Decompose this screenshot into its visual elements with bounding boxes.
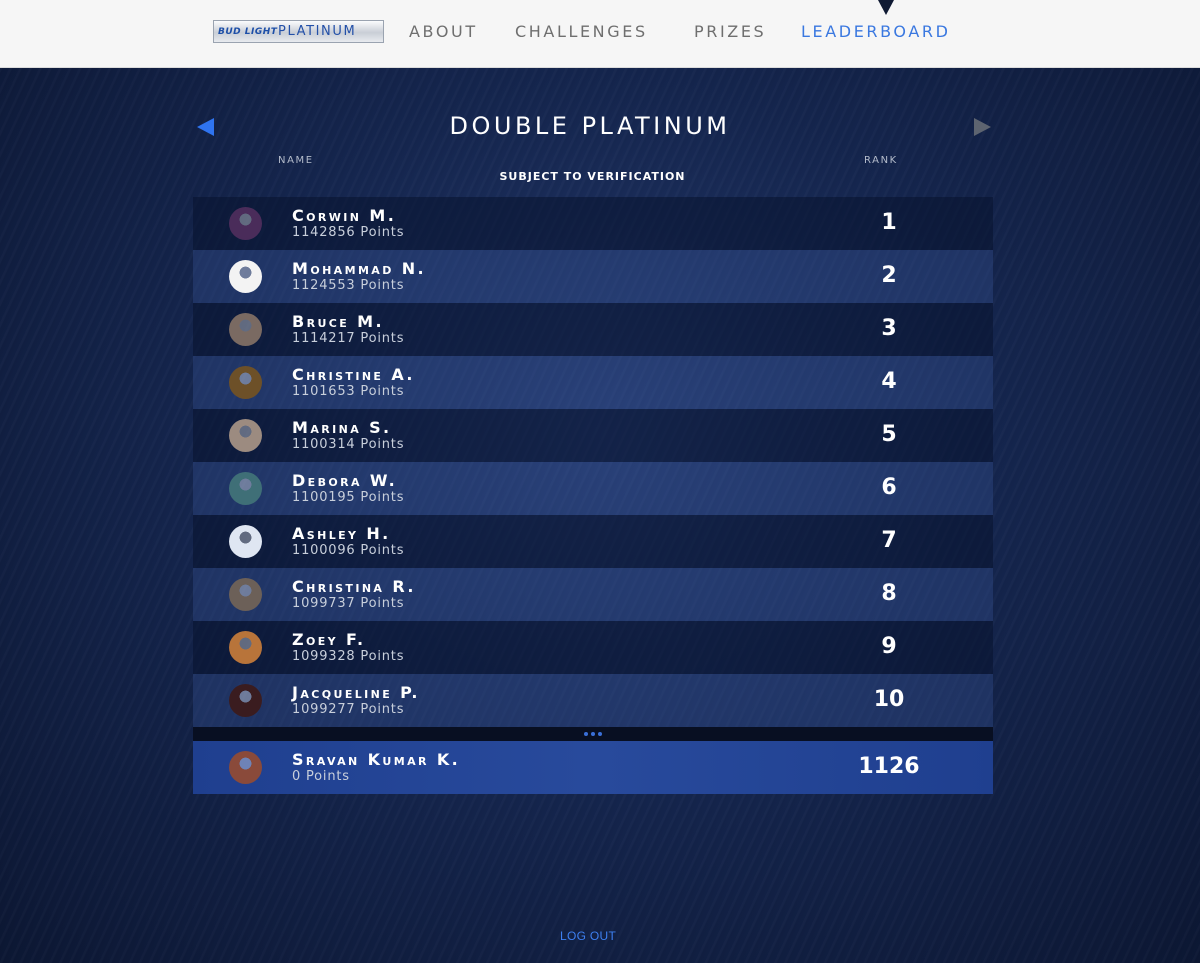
player-rank: 6 (881, 475, 897, 500)
leaderboard-title: DOUBLE PLATINUM (449, 112, 731, 140)
player-points: 1099277 Points (292, 702, 405, 717)
leaderboard-row: Christina R. 1099737 Points 8 (193, 568, 993, 621)
player-name: Bruce M. (292, 312, 384, 331)
player-rank: 7 (881, 528, 897, 553)
player-name: Marina S. (292, 418, 392, 437)
player-points: 1142856 Points (292, 225, 405, 240)
player-points: 1100195 Points (292, 490, 405, 505)
player-points: 1100314 Points (292, 437, 405, 452)
player-name: Mohammad N. (292, 259, 426, 278)
avatar (229, 419, 262, 452)
leaderboard-row: Ashley H. 1100096 Points 7 (193, 515, 993, 568)
leaderboard-row: Marina S. 1100314 Points 5 (193, 409, 993, 462)
player-name: Ashley H. (292, 524, 391, 543)
avatar (229, 207, 262, 240)
player-rank: 10 (873, 687, 905, 712)
arrow-left-icon[interactable] (197, 118, 214, 136)
player-name: Debora W. (292, 471, 398, 490)
player-rank: 1 (881, 210, 897, 235)
player-points: 1101653 Points (292, 384, 405, 399)
current-user-name: Sravan Kumar K. (292, 750, 461, 769)
active-nav-caret-icon (878, 0, 894, 15)
ellipsis-dot-icon (598, 732, 602, 736)
avatar (229, 684, 262, 717)
ellipsis-dot-icon (591, 732, 595, 736)
logout-link[interactable]: LOG OUT (560, 929, 616, 943)
player-name: Jacqueline P. (292, 683, 420, 702)
player-points: 1099737 Points (292, 596, 405, 611)
logo-text: Platinum (278, 24, 357, 39)
avatar (229, 525, 262, 558)
avatar (229, 260, 262, 293)
avatar (229, 578, 262, 611)
ellipsis-separator (193, 727, 993, 741)
avatar (229, 313, 262, 346)
player-points: 1124553 Points (292, 278, 405, 293)
player-name: Christina R. (292, 577, 416, 596)
player-rank: 4 (881, 369, 897, 394)
current-user-avatar (229, 751, 262, 784)
nav-about[interactable]: ABOUT (409, 22, 478, 41)
avatar (229, 631, 262, 664)
leaderboard-row: Zoey F. 1099328 Points 9 (193, 621, 993, 674)
leaderboard-row: Mohammad N. 1124553 Points 2 (193, 250, 993, 303)
nav-leaderboard[interactable]: LEADERBOARD (801, 22, 951, 41)
logo-mark: Bud Light (218, 26, 278, 37)
bud-light-platinum-logo[interactable]: Bud Light Platinum (213, 20, 384, 43)
leaderboard-row: Jacqueline P. 1099277 Points 10 (193, 674, 993, 727)
player-rank: 9 (881, 634, 897, 659)
player-points: 1100096 Points (292, 543, 405, 558)
current-user-row: Sravan Kumar K. 0 Points 1126 (193, 741, 993, 794)
leaderboard-row: Corwin M. 1142856 Points 1 (193, 197, 993, 250)
verification-note: SUBJECT TO VERIFICATION (499, 170, 686, 183)
player-rank: 8 (881, 581, 897, 606)
player-points: 1099328 Points (292, 649, 405, 664)
player-name: Zoey F. (292, 630, 366, 649)
player-rank: 5 (881, 422, 897, 447)
leaderboard-row: Bruce M. 1114217 Points 3 (193, 303, 993, 356)
rank-column-header: RANK (864, 155, 898, 166)
player-rank: 3 (881, 316, 897, 341)
nav-challenges[interactable]: CHALLENGES (515, 22, 648, 41)
avatar (229, 366, 262, 399)
player-rank: 2 (881, 263, 897, 288)
player-name: Corwin M. (292, 206, 397, 225)
leaderboard-list: Corwin M. 1142856 Points 1 Mohammad N. 1… (193, 197, 993, 727)
nav-prizes[interactable]: PRIZES (694, 22, 766, 41)
player-points: 1114217 Points (292, 331, 405, 346)
ellipsis-dot-icon (584, 732, 588, 736)
current-user-rank: 1126 (858, 754, 920, 779)
arrow-right-icon[interactable] (974, 118, 991, 136)
leaderboard-row: Christine A. 1101653 Points 4 (193, 356, 993, 409)
name-column-header: NAME (278, 155, 314, 166)
current-user-points: 0 Points (292, 769, 350, 784)
avatar (229, 472, 262, 505)
top-nav-bar: Bud Light Platinum ABOUT CHALLENGES PRIZ… (0, 0, 1200, 68)
player-name: Christine A. (292, 365, 415, 384)
leaderboard-row: Debora W. 1100195 Points 6 (193, 462, 993, 515)
